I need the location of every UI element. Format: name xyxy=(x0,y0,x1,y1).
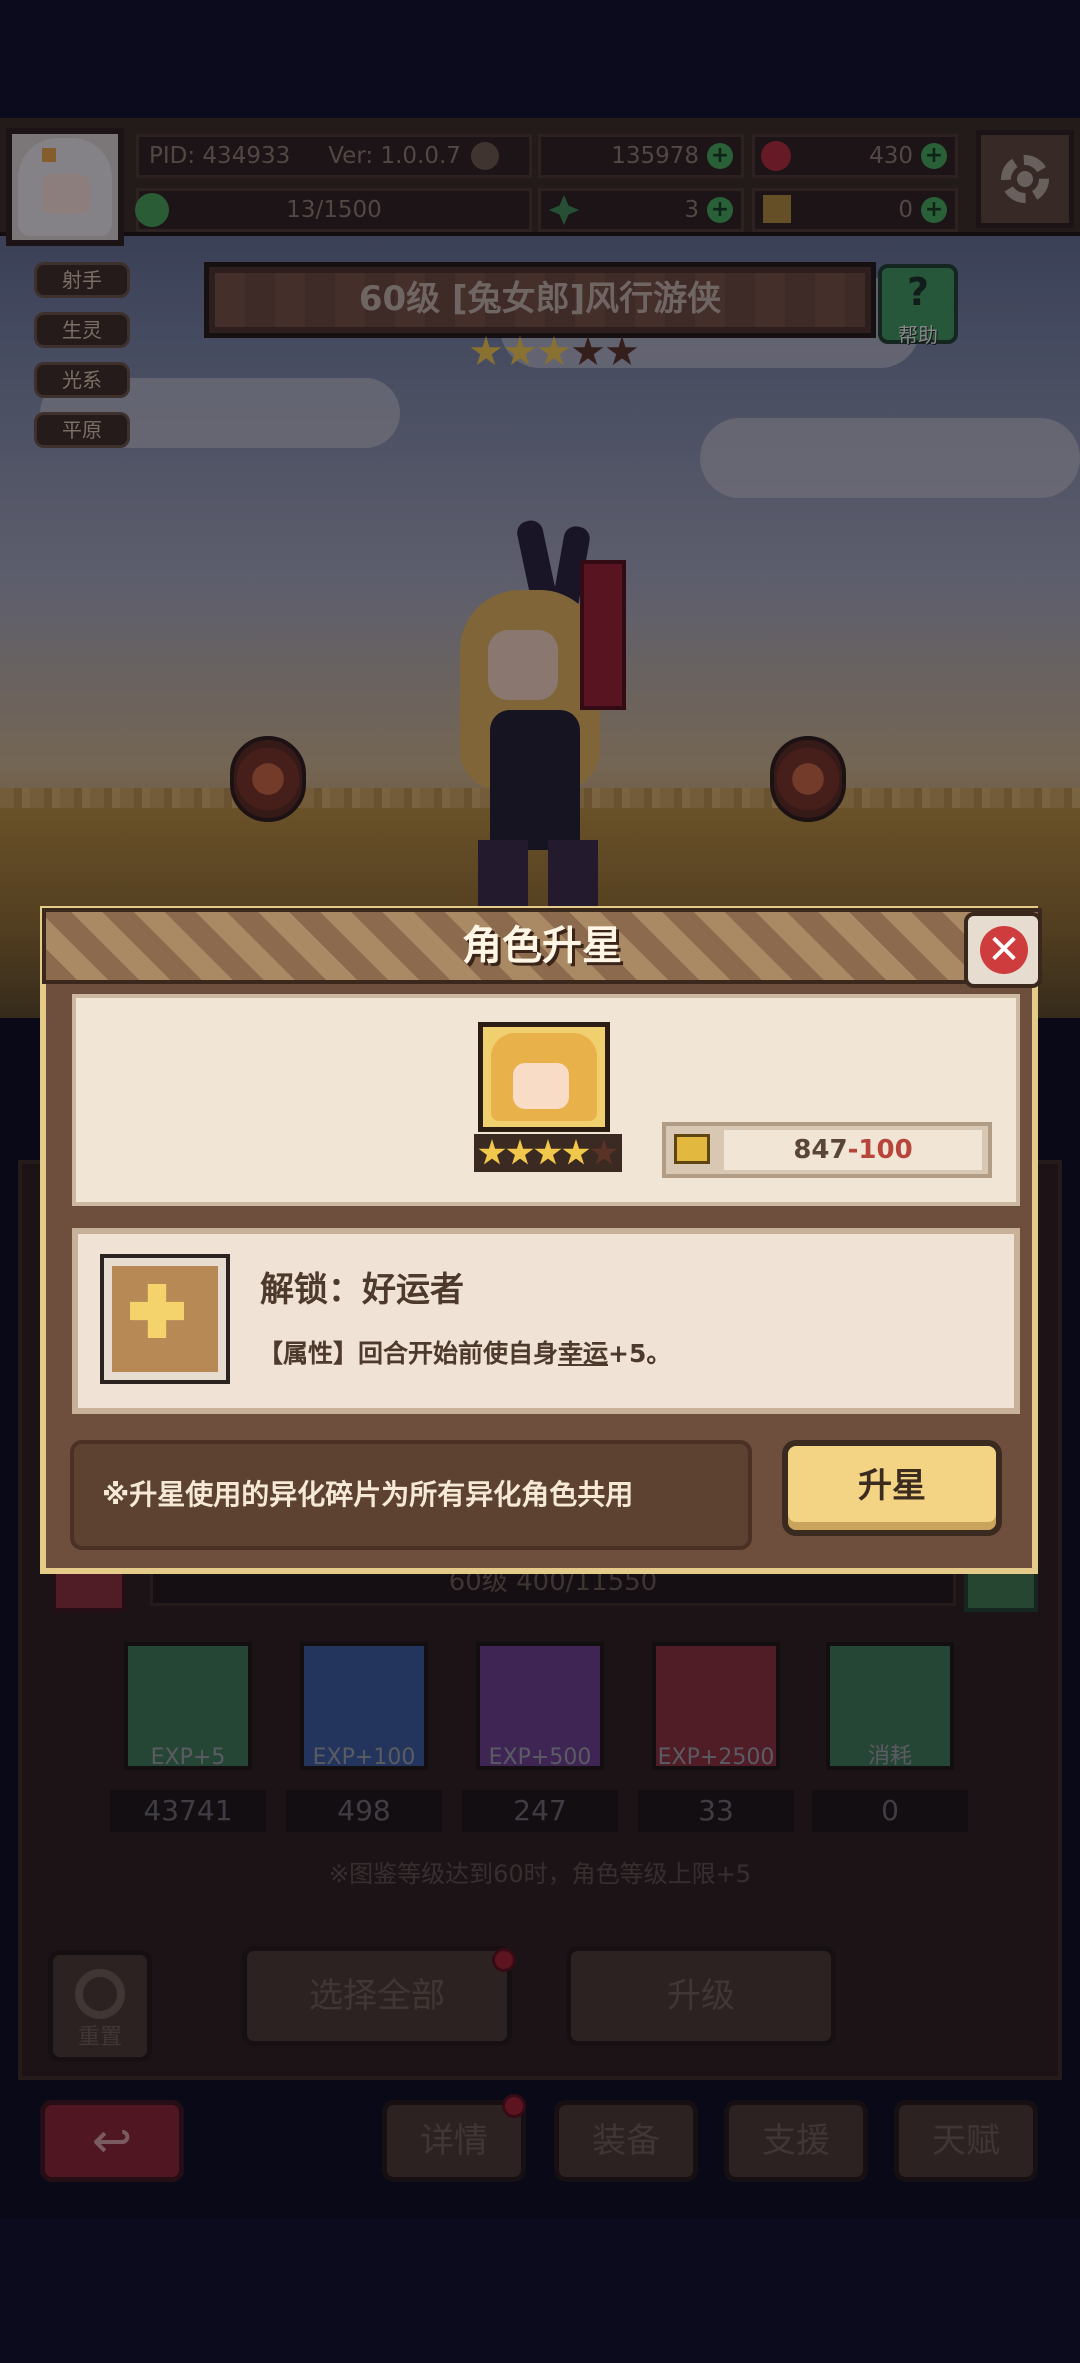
modal-title: 角色升星 xyxy=(462,923,622,969)
modal-header: 角色升星 xyxy=(42,908,1042,984)
luck-keyword-link[interactable]: 幸运 xyxy=(558,1339,608,1368)
star-up-modal: 角色升星 ✕ 847-100 解锁：好运者 【属性】回合开始前使自身幸运+5。 … xyxy=(40,906,1042,1574)
portrait-face xyxy=(513,1063,569,1109)
shard-counter: 847-100 xyxy=(662,1122,992,1178)
shard-field: 847-100 xyxy=(724,1130,982,1170)
shard-note-box: ※升星使用的异化碎片为所有异化角色共用 xyxy=(70,1440,752,1550)
portrait-filled-star-icon xyxy=(534,1139,562,1165)
unlock-title: 解锁：好运者 xyxy=(260,1270,464,1310)
character-portrait xyxy=(478,1022,610,1132)
portrait-filled-star-icon xyxy=(562,1139,590,1165)
shard-icon xyxy=(674,1134,710,1164)
unlock-description: 【属性】回合开始前使自身幸运+5。 xyxy=(258,1334,671,1370)
portrait-empty-star-icon xyxy=(590,1139,618,1165)
unlock-ability-card: 解锁：好运者 【属性】回合开始前使自身幸运+5。 xyxy=(72,1228,1020,1414)
close-button[interactable]: ✕ xyxy=(964,912,1042,988)
close-icon: ✕ xyxy=(980,926,1028,974)
portrait-star-rating xyxy=(474,1134,622,1172)
ability-icon-frame[interactable] xyxy=(100,1254,230,1384)
status-bar-area xyxy=(0,0,1080,118)
desc-prefix: 【属性】回合开始前使自身 xyxy=(258,1339,559,1368)
shard-cost: -100 xyxy=(847,1135,913,1165)
desc-suffix: +5。 xyxy=(608,1339,672,1368)
portrait-filled-star-icon xyxy=(506,1139,534,1165)
shard-owned: 847 xyxy=(793,1135,848,1165)
shard-note: ※升星使用的异化碎片为所有异化角色共用 xyxy=(102,1478,634,1511)
portrait-filled-star-icon xyxy=(478,1139,506,1165)
star-up-button[interactable]: 升星 xyxy=(782,1440,1002,1536)
star-up-label: 升星 xyxy=(858,1466,926,1506)
